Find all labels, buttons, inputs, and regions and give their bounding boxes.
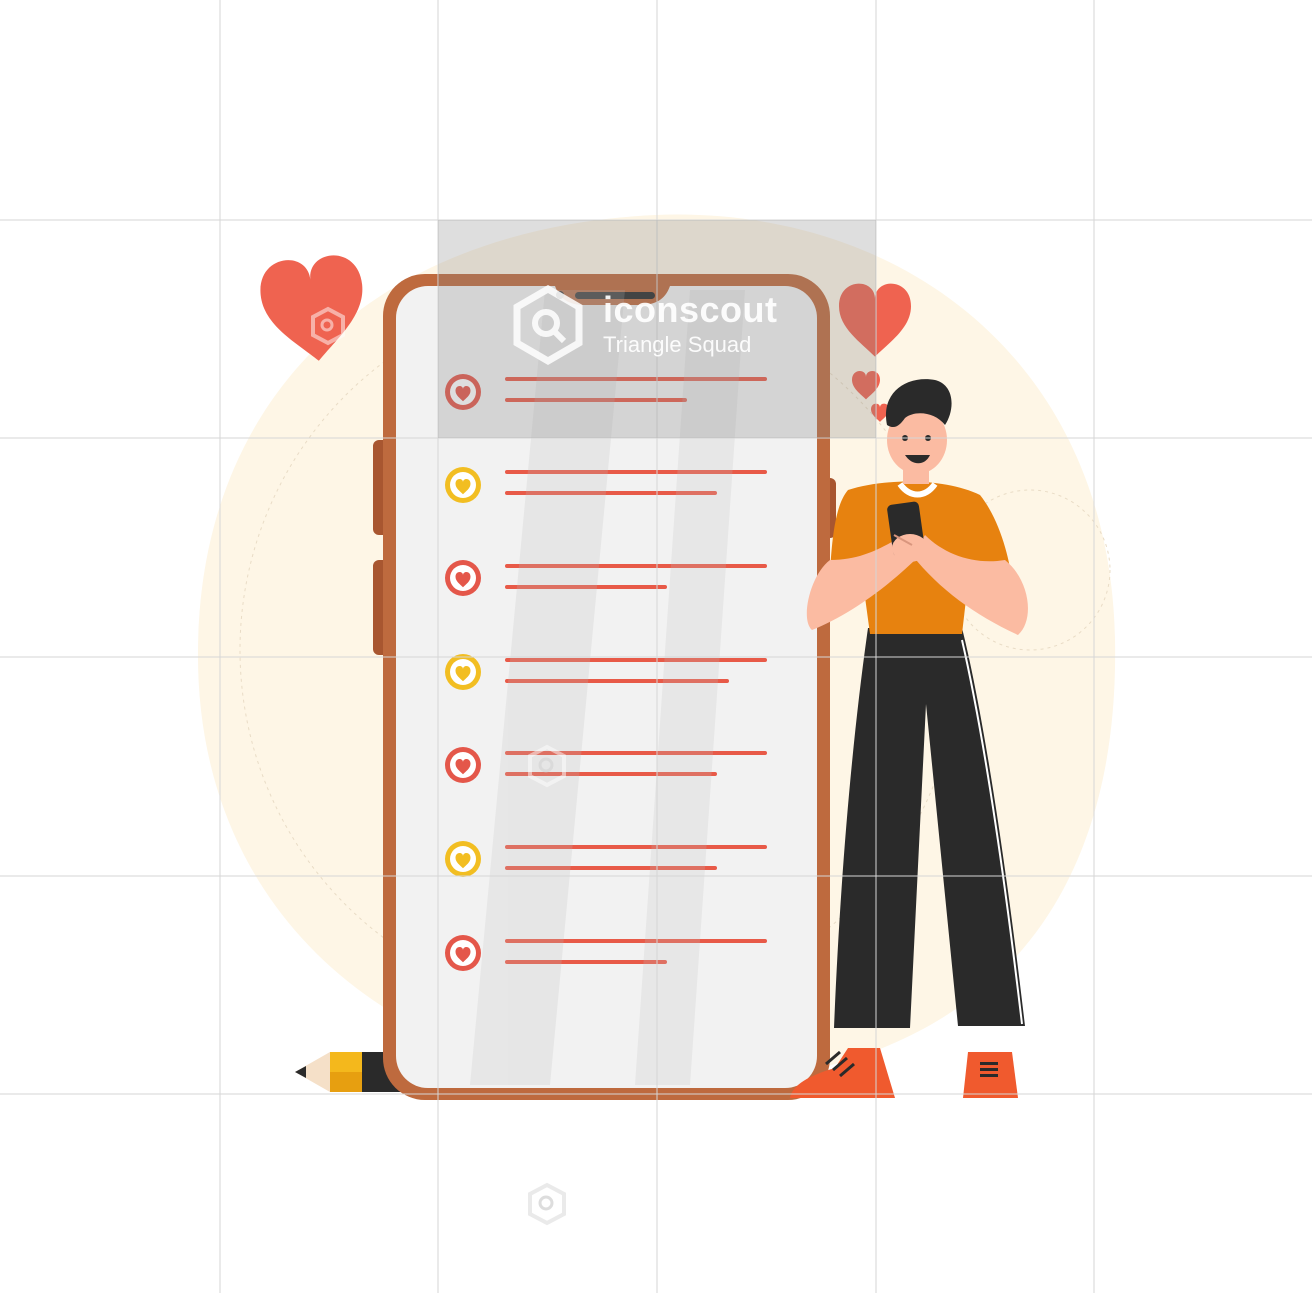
right-shoe xyxy=(963,1052,1018,1098)
watermark-badge-icon xyxy=(528,1182,566,1226)
watermark-text: iconscout Triangle Squad xyxy=(603,292,778,356)
watermark-brand: iconscout xyxy=(603,289,778,330)
watermark-author: Triangle Squad xyxy=(603,332,752,357)
illustration-svg xyxy=(0,0,1312,1293)
illustration-stage: iconscout Triangle Squad xyxy=(0,0,1312,1293)
